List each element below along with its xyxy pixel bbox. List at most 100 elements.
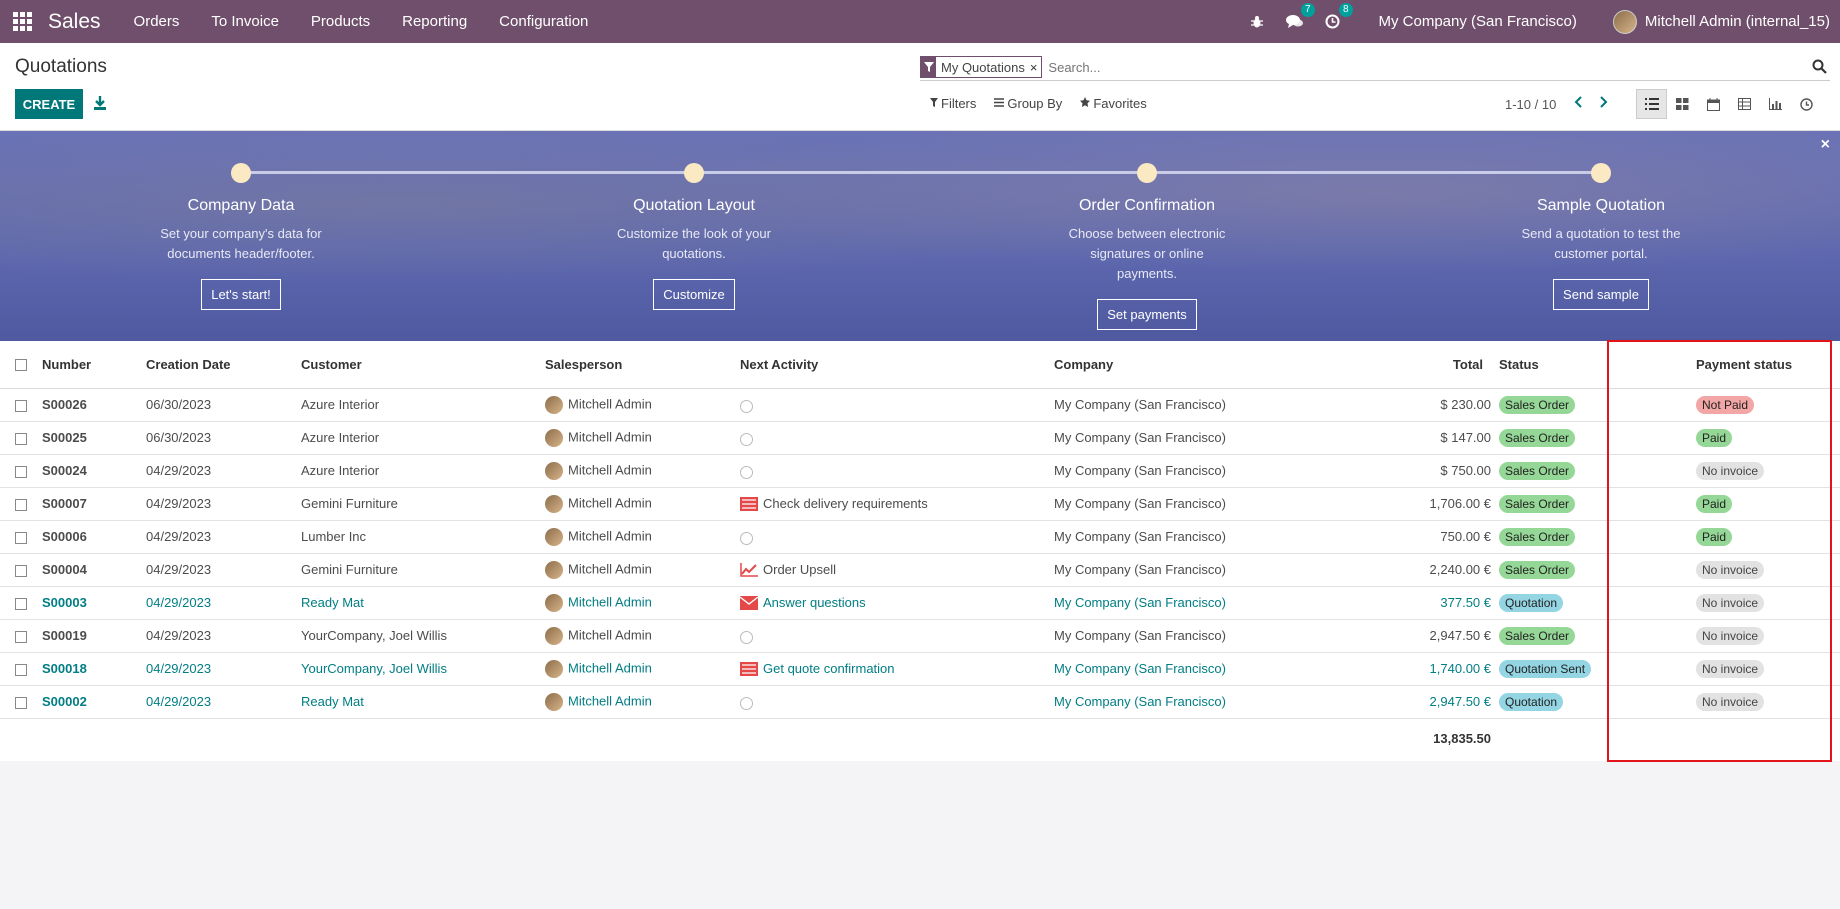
clock-icon[interactable] <box>740 431 758 447</box>
company-name[interactable]: My Company (San Francisco) <box>1054 454 1399 488</box>
table-row[interactable]: S00006 04/29/2023 Lumber Inc Mitchell Admin… <box>0 520 1840 554</box>
order-total[interactable]: 1,740.00 € <box>1399 652 1499 686</box>
order-number[interactable]: S00002 <box>42 685 146 719</box>
order-number[interactable]: S00024 <box>42 454 146 488</box>
line-chart-icon[interactable] <box>740 563 758 578</box>
row-select[interactable] <box>0 685 42 719</box>
creation-date[interactable]: 04/29/2023 <box>146 520 301 554</box>
envelope-icon[interactable] <box>739 596 759 611</box>
order-number[interactable]: S00004 <box>42 553 146 587</box>
customer-name[interactable]: Azure Interior <box>301 421 545 455</box>
kanban-view-icon[interactable] <box>1667 89 1698 119</box>
menu-reporting[interactable]: Reporting <box>402 13 467 30</box>
activity-view-icon[interactable] <box>1791 89 1822 119</box>
pager-previous-icon[interactable] <box>1574 95 1583 113</box>
column-total[interactable]: Total <box>1399 341 1499 389</box>
order-total[interactable]: $ 750.00 <box>1399 454 1499 488</box>
menu-products[interactable]: Products <box>311 13 370 30</box>
next-activity-cell[interactable] <box>740 454 1054 488</box>
column-customer[interactable]: Customer <box>301 341 545 389</box>
download-icon[interactable] <box>93 95 109 113</box>
salesperson-cell[interactable]: Mitchell Admin <box>545 619 740 653</box>
company-name[interactable]: My Company (San Francisco) <box>1054 421 1399 455</box>
order-number[interactable]: S00025 <box>42 421 146 455</box>
menu-to-invoice[interactable]: To Invoice <box>211 13 279 30</box>
lets-start-button[interactable]: Let's start! <box>201 279 281 310</box>
table-row[interactable]: S00018 04/29/2023 YourCompany, Joel Willis… <box>0 652 1840 686</box>
column-company[interactable]: Company <box>1054 341 1399 389</box>
customer-name[interactable]: Ready Mat <box>301 586 545 620</box>
table-row[interactable]: S00025 06/30/2023 Azure Interior Mitchell A… <box>0 421 1840 455</box>
creation-date[interactable]: 04/29/2023 <box>146 586 301 620</box>
row-select[interactable] <box>0 454 42 488</box>
menu-configuration[interactable]: Configuration <box>499 13 588 30</box>
clock-icon[interactable] <box>740 629 758 645</box>
row-select[interactable] <box>0 652 42 686</box>
send-sample-button[interactable]: Send sample <box>1553 279 1649 310</box>
next-activity-cell[interactable] <box>740 388 1054 422</box>
select-all-checkbox[interactable] <box>0 341 42 389</box>
company-name[interactable]: My Company (San Francisco) <box>1054 685 1399 719</box>
table-row[interactable]: S00003 04/29/2023 Ready Mat Mitchell Admin A… <box>0 586 1840 620</box>
calendar-view-icon[interactable] <box>1698 89 1729 119</box>
next-activity-cell[interactable] <box>740 520 1054 554</box>
order-total[interactable]: 2,240.00 € <box>1399 553 1499 587</box>
table-row[interactable]: S00026 06/30/2023 Azure Interior Mitchell A… <box>0 388 1840 422</box>
table-row[interactable]: S00002 04/29/2023 Ready Mat Mitchell Admin M… <box>0 685 1840 719</box>
salesperson-cell[interactable]: Mitchell Admin <box>545 421 740 455</box>
order-total[interactable]: 2,947.50 € <box>1399 619 1499 653</box>
checkbox[interactable] <box>15 696 27 709</box>
next-activity-cell[interactable]: Answer questions <box>739 586 1054 620</box>
order-number[interactable]: S00006 <box>42 520 146 554</box>
salesperson-cell[interactable]: Mitchell Admin <box>545 553 740 587</box>
clock-icon[interactable] <box>740 530 758 546</box>
facet-remove-icon[interactable]: × <box>1030 60 1042 75</box>
next-activity-cell[interactable]: Check delivery requirements <box>740 487 1054 521</box>
order-number[interactable]: S00007 <box>42 487 146 521</box>
company-name[interactable]: My Company (San Francisco) <box>1054 520 1399 554</box>
company-name[interactable]: My Company (San Francisco) <box>1054 553 1399 587</box>
customize-button[interactable]: Customize <box>653 279 735 310</box>
pivot-view-icon[interactable] <box>1729 89 1760 119</box>
checkbox[interactable] <box>15 359 27 372</box>
salesperson-cell[interactable]: Mitchell Admin <box>545 454 740 488</box>
set-payments-button[interactable]: Set payments <box>1097 299 1197 330</box>
filters-dropdown[interactable]: Filters <box>930 96 976 111</box>
table-row[interactable]: S00007 04/29/2023 Gemini Furniture Mitchell… <box>0 487 1840 521</box>
order-number[interactable]: S00003 <box>42 586 146 620</box>
table-row[interactable]: S00024 04/29/2023 Azure Interior Mitchell A… <box>0 454 1840 488</box>
user-menu[interactable]: Mitchell Admin (internal_15) <box>1645 13 1830 30</box>
graph-view-icon[interactable] <box>1760 89 1791 119</box>
clock-icon[interactable] <box>740 695 758 711</box>
tasks-icon[interactable] <box>740 662 758 677</box>
order-number[interactable]: S00026 <box>42 388 146 422</box>
column-next-activity[interactable]: Next Activity <box>740 341 1054 389</box>
row-select[interactable] <box>0 487 42 521</box>
order-total[interactable]: $ 147.00 <box>1399 421 1499 455</box>
checkbox[interactable] <box>15 465 27 478</box>
activities-clock-icon[interactable]: 8 <box>1323 2 1353 32</box>
row-select[interactable] <box>0 586 42 620</box>
next-activity-cell[interactable] <box>740 421 1054 455</box>
salesperson-cell[interactable]: Mitchell Admin <box>545 586 740 620</box>
apps-menu-icon[interactable] <box>13 11 33 32</box>
checkbox[interactable] <box>15 432 27 445</box>
customer-name[interactable]: Azure Interior <box>301 454 545 488</box>
salesperson-cell[interactable]: Mitchell Admin <box>545 652 740 686</box>
company-name[interactable]: My Company (San Francisco) <box>1054 586 1399 620</box>
clock-icon[interactable] <box>740 398 758 414</box>
customer-name[interactable]: Gemini Furniture <box>301 487 545 521</box>
tasks-icon[interactable] <box>740 497 758 512</box>
row-select[interactable] <box>0 553 42 587</box>
debug-bug-icon[interactable] <box>1247 12 1267 32</box>
row-select[interactable] <box>0 619 42 653</box>
list-view-icon[interactable] <box>1636 89 1667 119</box>
creation-date[interactable]: 04/29/2023 <box>146 487 301 521</box>
company-name[interactable]: My Company (San Francisco) <box>1054 652 1399 686</box>
favorites-dropdown[interactable]: Favorites <box>1080 96 1147 111</box>
creation-date[interactable]: 04/29/2023 <box>146 685 301 719</box>
salesperson-cell[interactable]: Mitchell Admin <box>545 520 740 554</box>
pager-next-icon[interactable] <box>1600 95 1608 113</box>
customer-name[interactable]: Lumber Inc <box>301 520 545 554</box>
salesperson-cell[interactable]: Mitchell Admin <box>545 685 740 719</box>
